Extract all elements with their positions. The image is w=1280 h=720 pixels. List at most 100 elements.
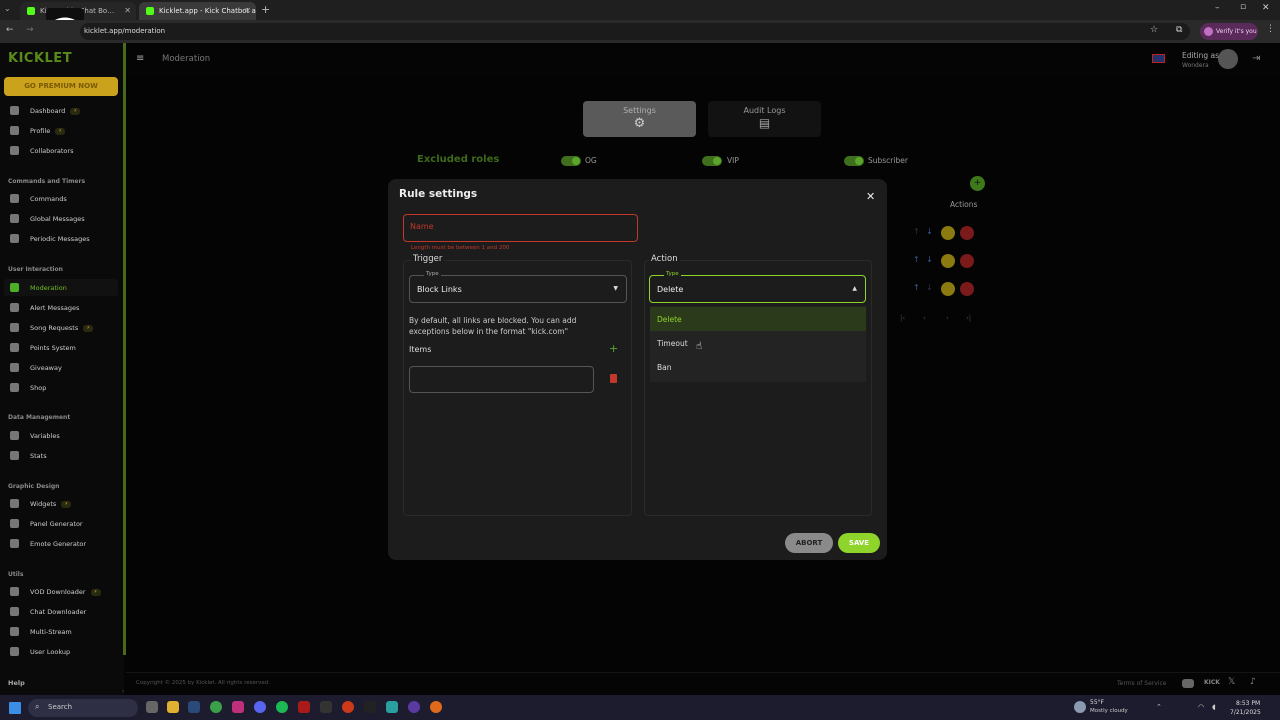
delete-rule-button[interactable]: [960, 254, 974, 268]
sidebar-item-user-lookup[interactable]: User Lookup: [4, 643, 118, 660]
pagination-next-icon[interactable]: ›: [946, 314, 949, 322]
volume-icon[interactable]: ◖: [1212, 703, 1216, 711]
app2-icon[interactable]: [386, 701, 398, 713]
clock-time[interactable]: 8:53 PM: [1236, 700, 1260, 707]
edit-rule-button[interactable]: [941, 226, 955, 240]
firefox-icon[interactable]: [430, 701, 442, 713]
language-flag-icon[interactable]: [1152, 54, 1165, 63]
discord-taskbar-icon[interactable]: [254, 701, 266, 713]
wifi-icon[interactable]: ◠: [1198, 703, 1204, 711]
pagination-first-icon[interactable]: |‹: [900, 314, 905, 322]
toggle-og[interactable]: [561, 156, 581, 166]
sidebar-item-moderation[interactable]: Moderation: [4, 279, 118, 296]
app-icon[interactable]: [320, 701, 332, 713]
chrome-icon[interactable]: [210, 701, 222, 713]
sidebar-item-emote-generator[interactable]: Emote Generator: [4, 535, 118, 552]
move-down-icon[interactable]: ↓: [926, 227, 933, 236]
delete-item-icon[interactable]: [610, 374, 617, 383]
add-item-icon[interactable]: +: [609, 342, 618, 355]
abort-button[interactable]: ABORT: [785, 533, 833, 553]
add-rule-button[interactable]: +: [970, 176, 985, 191]
forward-icon[interactable]: →: [26, 25, 34, 35]
move-up-icon[interactable]: ↑: [913, 255, 920, 264]
exception-item-input[interactable]: [409, 366, 594, 393]
tray-chevron-icon[interactable]: ⌃: [1156, 703, 1162, 711]
tiktok-icon[interactable]: ♪: [1250, 677, 1256, 687]
move-down-icon[interactable]: ↓: [926, 283, 933, 292]
sidebar-item-giveaway[interactable]: Giveaway: [4, 359, 118, 376]
sidebar-item-song-requests[interactable]: Song Requests ⚡: [4, 319, 118, 336]
toggle-subscriber[interactable]: [844, 156, 864, 166]
sidebar-item-commands[interactable]: Commands: [4, 190, 118, 207]
option-ban[interactable]: Ban: [650, 355, 866, 379]
browser-tab-2[interactable]: Kicklet.app - Kick Chatbot and… ✕: [139, 2, 256, 20]
option-delete[interactable]: Delete: [650, 307, 866, 331]
sidebar-item-chat-downloader[interactable]: Chat Downloader: [4, 603, 118, 620]
pagination-prev-icon[interactable]: ‹: [923, 314, 926, 322]
maximize-window-icon[interactable]: ▫: [1240, 2, 1246, 12]
toggle-vip[interactable]: [702, 156, 722, 166]
go-premium-button[interactable]: GO PREMIUM NOW: [4, 77, 118, 96]
taskbar-search-box[interactable]: ⌕ Search: [28, 699, 138, 717]
url-input[interactable]: kicklet.app/moderation: [80, 23, 1190, 40]
sidebar-item-global-messages[interactable]: Global Messages: [4, 210, 118, 227]
close-icon[interactable]: ✕: [866, 190, 875, 203]
kicklet-logo[interactable]: KICKLET: [8, 51, 72, 66]
close-window-icon[interactable]: ✕: [1262, 3, 1270, 13]
windows-start-icon[interactable]: [9, 702, 21, 714]
delete-rule-button[interactable]: [960, 226, 974, 240]
clock-date[interactable]: 7/21/2025: [1230, 709, 1261, 716]
file-explorer-icon[interactable]: [167, 701, 179, 713]
spotify-icon[interactable]: [276, 701, 288, 713]
weather-temp[interactable]: 55°F: [1090, 699, 1104, 706]
sidebar-item-points-system[interactable]: Points System: [4, 339, 118, 356]
extensions-icon[interactable]: ⧉: [1176, 25, 1182, 35]
sidebar-item-collaborators[interactable]: Collaborators: [4, 142, 118, 159]
x-twitter-icon[interactable]: 𝕏: [1228, 677, 1235, 687]
capcut-icon[interactable]: [364, 701, 376, 713]
name-input[interactable]: [410, 222, 630, 231]
close-tab-icon[interactable]: ✕: [244, 6, 251, 15]
pagination-last-icon[interactable]: ›|: [966, 314, 971, 322]
sidebar-item-dashboard[interactable]: Dashboard ⚡: [4, 102, 118, 119]
sidebar-item-stats[interactable]: Stats: [4, 447, 118, 464]
steam-icon[interactable]: [188, 701, 200, 713]
sidebar-item-variables[interactable]: Variables: [4, 427, 118, 444]
obs-icon[interactable]: [342, 701, 354, 713]
footer-expand-icon[interactable]: ›: [122, 688, 124, 695]
sidebar-item-periodic-messages[interactable]: Periodic Messages: [4, 230, 118, 247]
edit-rule-button[interactable]: [941, 254, 955, 268]
bookmark-star-icon[interactable]: ☆: [1150, 25, 1158, 35]
new-tab-button[interactable]: +: [261, 3, 270, 16]
discord-footer-icon[interactable]: [1182, 679, 1194, 688]
hamburger-menu-icon[interactable]: ≡: [136, 53, 144, 64]
minimize-window-icon[interactable]: –: [1215, 3, 1220, 13]
tab-audit-logs[interactable]: Audit Logs ▤: [708, 101, 821, 137]
logout-icon[interactable]: ⇥: [1252, 53, 1260, 64]
tab-settings[interactable]: Settings ⚙: [583, 101, 696, 137]
save-button[interactable]: SAVE: [838, 533, 880, 553]
move-up-icon[interactable]: ↑: [913, 227, 920, 236]
sidebar-item-multi-stream[interactable]: Multi-Stream: [4, 623, 118, 640]
profile-chip[interactable]: Verify it's you: [1200, 23, 1258, 40]
terms-link[interactable]: Terms of Service: [1117, 680, 1166, 687]
avatar[interactable]: [1218, 49, 1238, 69]
close-tab-icon[interactable]: ✕: [124, 6, 131, 15]
sidebar-item-widgets[interactable]: Widgets ⚡: [4, 495, 118, 512]
sidebar-item-alert-messages[interactable]: Alert Messages: [4, 299, 118, 316]
sidebar-item-panel-generator[interactable]: Panel Generator: [4, 515, 118, 532]
task-view-icon[interactable]: [146, 701, 158, 713]
tab-list-chevron-icon[interactable]: ⌄: [4, 4, 11, 13]
help-link[interactable]: Help: [8, 679, 25, 687]
kick-footer-icon[interactable]: KICK: [1204, 679, 1220, 686]
option-timeout[interactable]: Timeout: [650, 331, 866, 355]
move-up-icon[interactable]: ↑: [913, 283, 920, 292]
move-down-icon[interactable]: ↓: [926, 255, 933, 264]
sidebar-item-shop[interactable]: Shop: [4, 379, 118, 396]
netflix-icon[interactable]: [298, 701, 310, 713]
name-field[interactable]: [403, 214, 638, 242]
sidebar-item-vod-downloader[interactable]: VOD Downloader ⚡: [4, 583, 118, 600]
edit-rule-button[interactable]: [941, 282, 955, 296]
delete-rule-button[interactable]: [960, 282, 974, 296]
weather-desc[interactable]: Mostly cloudy: [1090, 708, 1128, 714]
